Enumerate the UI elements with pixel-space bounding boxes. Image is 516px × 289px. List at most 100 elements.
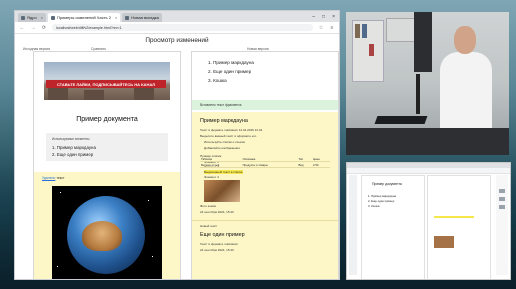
section-label: Новый текст [200, 224, 218, 228]
book [355, 24, 360, 38]
close-tab-icon[interactable]: × [115, 15, 117, 20]
star-dot [152, 256, 153, 257]
highlighted-item: Выделенный текст в списке [204, 170, 243, 174]
tab-favicon-icon [51, 15, 56, 20]
changed-block: Пример маркдауна Текст в формате markdow… [192, 112, 338, 279]
change-header: Удалено текст [42, 176, 65, 180]
desk [346, 128, 509, 155]
address-bar-row: ← → ⟳ localhost/web/diff/v2/example.html… [15, 22, 339, 34]
list-item: 2. Еще один пример [52, 152, 94, 157]
monitor-stand [416, 74, 420, 114]
page-header: Просмотр изменений Исходная версия Сравн… [15, 34, 339, 52]
url-field[interactable]: localhost/web/diff/v2/example.html?rev=1 [52, 24, 313, 31]
maximize-icon[interactable]: □ [322, 14, 325, 20]
cat-photo [204, 180, 240, 202]
window-controls: – □ × [312, 14, 339, 20]
text-line: Используйте списки и ссылки [204, 140, 246, 144]
changed-block: Удалено текст [34, 172, 180, 279]
banner-image: СТАВЬТЕ ЛАЙКИ, ПОДПИСЫВАЙТЕСЬ НА КАНАЛ [44, 62, 170, 100]
close-tab-icon[interactable]: × [41, 15, 43, 20]
earth-cat-image [52, 186, 162, 279]
building-shape [48, 86, 68, 100]
right-document-pane: 1. Пример маркдауна 2. Еще один пример 3… [191, 51, 339, 279]
tab-1[interactable]: Ядро × [18, 13, 47, 22]
section-title: Пример маркдауна [200, 118, 248, 124]
mini-thumbnail [499, 189, 505, 193]
presenter-head [454, 26, 476, 54]
left-document-pane: СТАВЬТЕ ЛАЙКИ, ПОДПИСЫВАЙТЕСЬ НА КАНАЛ П… [33, 51, 181, 279]
tab-label: Ядро [27, 15, 37, 20]
building-shape [84, 90, 104, 100]
list-item: 1. Пример маркдауна [208, 60, 254, 65]
inserted-row: Вставлено текст фрагмента [192, 100, 338, 110]
timestamp: 24 сентября 2024, 15:40 [200, 210, 234, 214]
mini-cat-photo [434, 236, 454, 248]
list-item: Элемент 4 [204, 175, 219, 179]
star-dot [60, 192, 61, 193]
text-line: Выделите важный текст и оформите его [200, 134, 257, 138]
reload-icon[interactable]: ⟳ [41, 25, 47, 31]
mini-title: Пример документа [372, 182, 402, 186]
elements-caption: Используемые элементы [52, 137, 90, 141]
back-icon[interactable]: ← [19, 25, 25, 31]
bookmark-star-icon[interactable]: ☆ [318, 25, 324, 31]
presenter [432, 26, 492, 142]
forward-icon[interactable]: → [30, 25, 36, 31]
mini-address-bar [347, 168, 510, 174]
divider [192, 220, 338, 221]
mini-right-pane [427, 175, 491, 279]
tab-3[interactable]: Новая вкладка [122, 13, 162, 22]
text-line: Добавляйте изображения [204, 146, 240, 150]
keyboard [374, 116, 428, 124]
banner-text: СТАВЬТЕ ЛАЙКИ, ПОДПИСЫВАЙТЕСЬ НА КАНАЛ [46, 80, 166, 88]
text-line: Текст в формате markdown [200, 242, 238, 246]
star-dot [57, 266, 58, 267]
mini-thumbnail [499, 205, 505, 209]
webcam-overlay [346, 12, 509, 155]
list-item: 1. Пример маркдауна [52, 145, 96, 150]
tab-2[interactable]: Примеры изменений Часть 2 × [48, 13, 121, 22]
diff-content: СТАВЬТЕ ЛАЙКИ, ПОДПИСЫВАЙТЕСЬ НА КАНАЛ П… [15, 51, 339, 279]
tab-favicon-icon [125, 15, 130, 20]
mini-list-item: 2. Еще один пример [368, 199, 395, 203]
star-dot [148, 200, 149, 201]
mini-thumbnail [499, 197, 505, 201]
table-cell: Вид [297, 161, 312, 168]
mini-list-item: 3. Кошка [368, 204, 380, 208]
table-cell: 2.50 [312, 161, 330, 168]
section-title: Еще один пример [200, 232, 245, 238]
mini-highlight [434, 216, 474, 218]
inserted-text: Вставлено текст фрагмента [200, 103, 242, 107]
tab-label: Примеры изменений Часть 2 [57, 15, 111, 20]
data-table: Таблица Описание Тип Цена Молоко отзыв П… [200, 156, 330, 168]
mini-left-pane: Пример документа 1. Пример маркдауна 2. … [361, 175, 425, 279]
mini-list-item: 1. Пример маркдауна [368, 194, 396, 198]
change-header-text: текст [56, 176, 65, 180]
mini-right-sidebar [496, 175, 508, 275]
tab-bar: Ядро × Примеры изменений Часть 2 × Новая в… [15, 11, 339, 22]
close-window-icon[interactable]: × [332, 14, 335, 20]
table-row: Молоко отзыв Продукты и товары Вид 2.50 [200, 161, 330, 168]
wall-poster [386, 18, 416, 42]
mini-sidebar [349, 175, 357, 275]
page-title: Просмотр изменений [145, 37, 209, 44]
book [362, 24, 367, 38]
list-item: 3. Кошка [208, 78, 227, 83]
secondary-window: Пример документа 1. Пример маркдауна 2. … [346, 162, 511, 280]
photo-caption: Фото кошки [200, 204, 217, 208]
browser-window: Ядро × Примеры изменений Часть 2 × Новая в… [14, 10, 340, 280]
list-item: 2. Еще один пример [208, 69, 252, 74]
menu-icon[interactable]: ≡ [329, 25, 335, 31]
tab-favicon-icon [21, 15, 25, 20]
cat-shape [82, 221, 122, 251]
tab-label: Новая вкладка [131, 15, 159, 20]
deleted-link[interactable]: Удалено [42, 176, 55, 180]
document-title: Пример документа [76, 116, 138, 123]
table-cell: Продукты и товары [241, 161, 298, 168]
timestamp: 24 сентября 2024, 15:40 [200, 248, 234, 252]
elements-box: Используемые элементы 1. Пример маркдаун… [46, 133, 168, 161]
table-cell: Молоко отзыв [200, 161, 242, 168]
dark-clothing [414, 12, 432, 72]
minimize-icon[interactable]: – [312, 14, 315, 20]
book [369, 44, 374, 56]
